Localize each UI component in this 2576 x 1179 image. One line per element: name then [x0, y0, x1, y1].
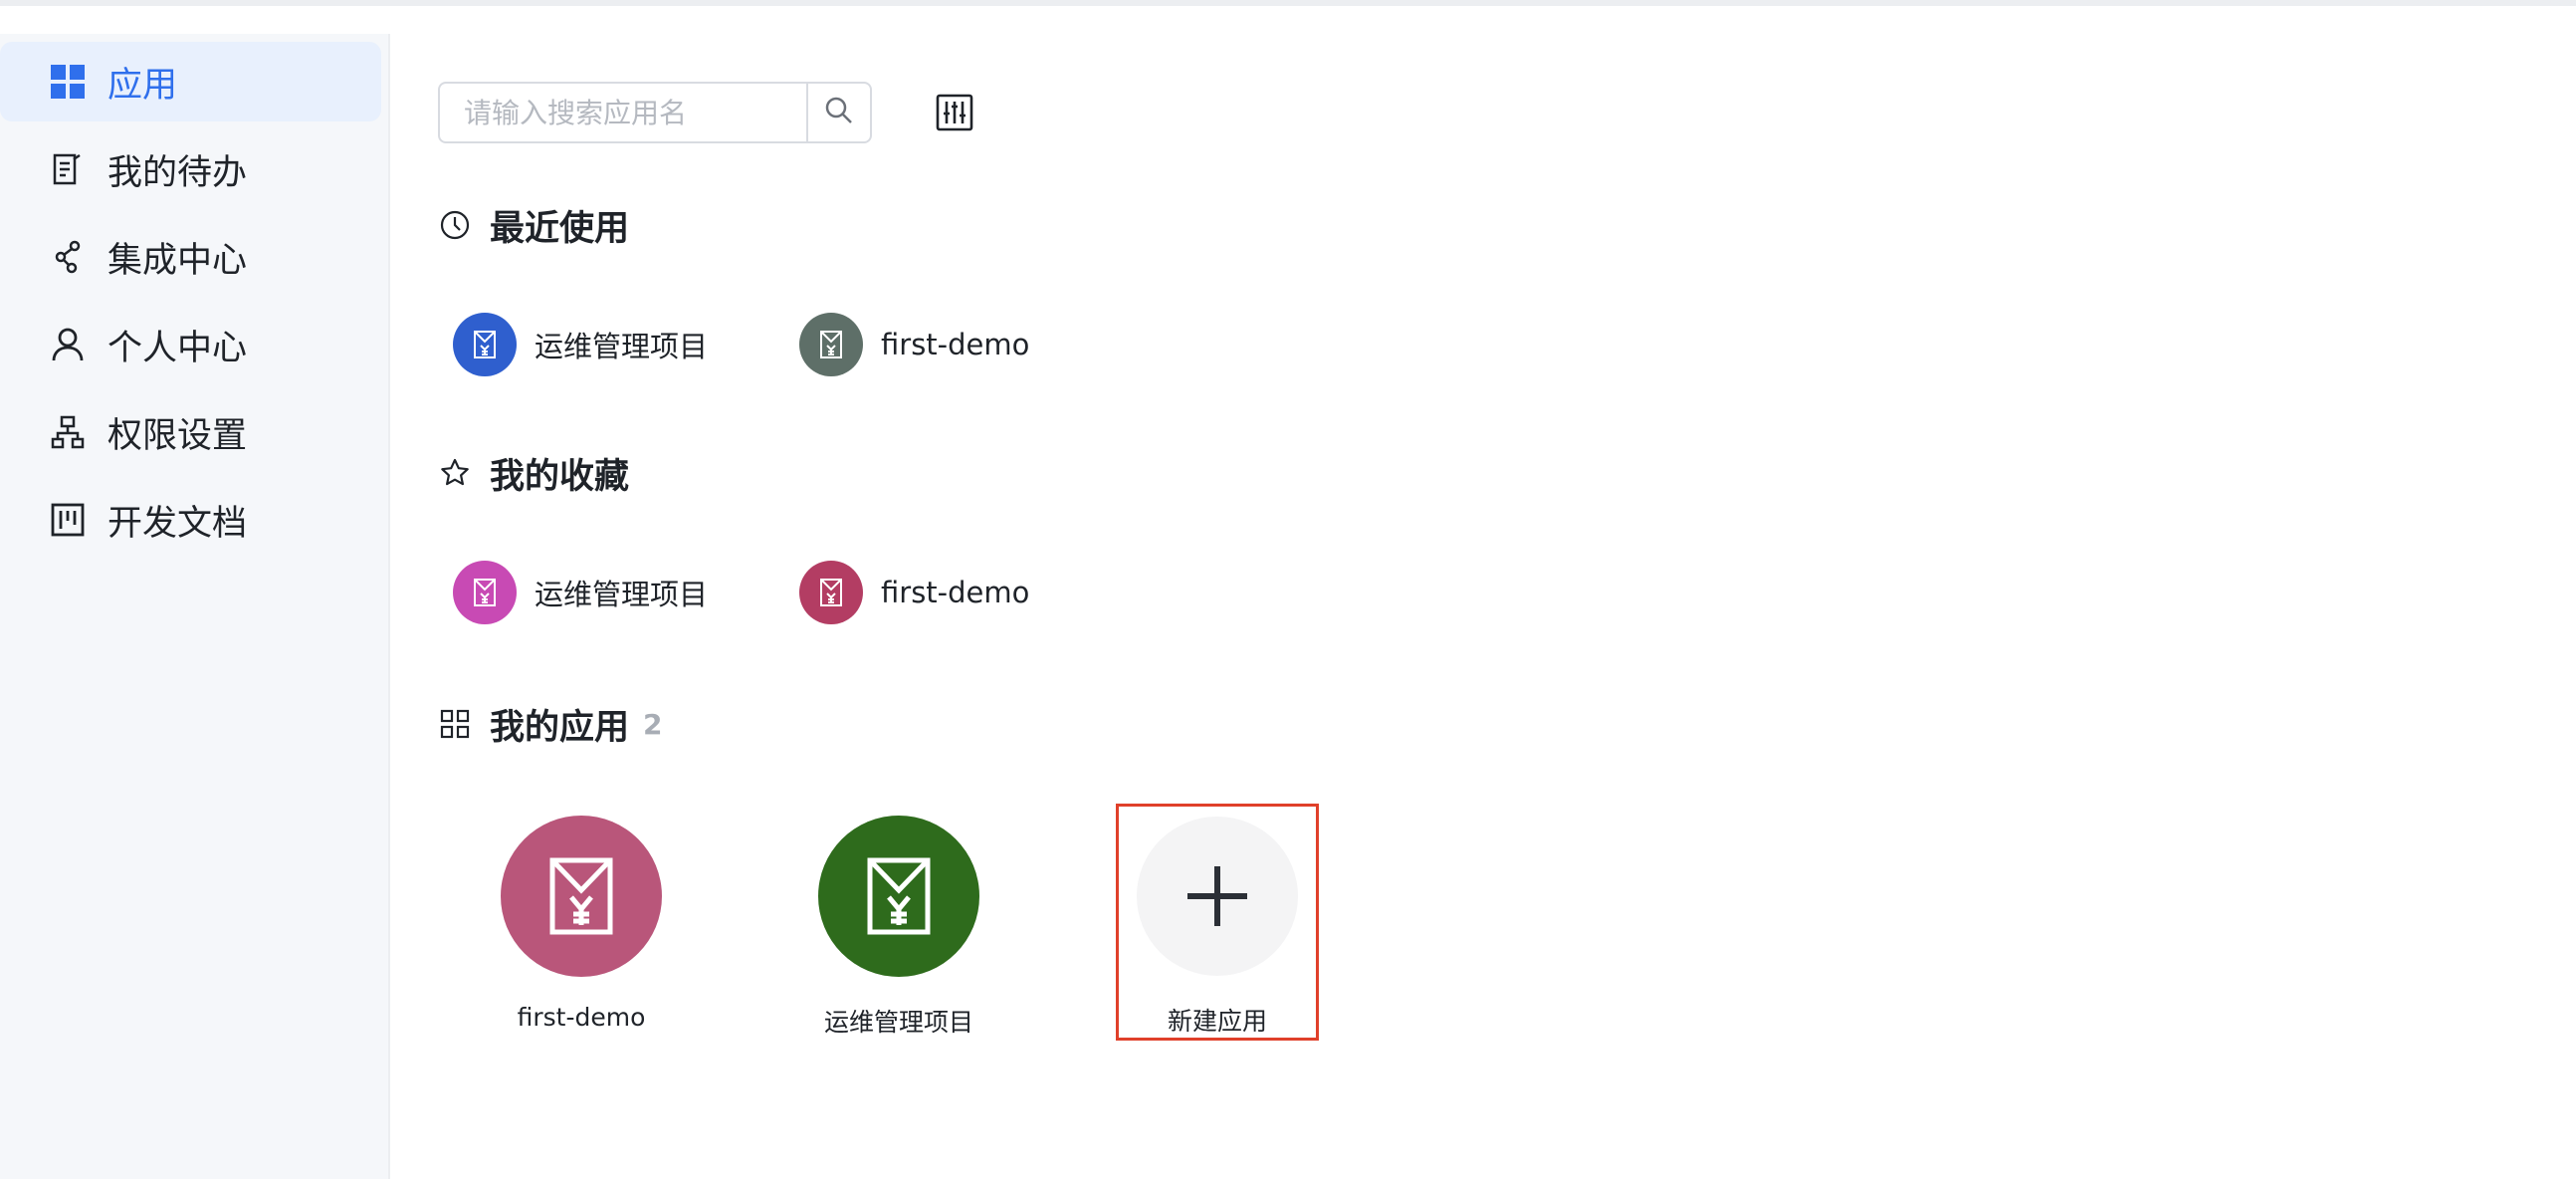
recent-app-item[interactable]: 运维管理项目 [453, 312, 708, 377]
clock-icon [438, 208, 472, 242]
app-count: 2 [643, 707, 663, 741]
my-app-card[interactable]: first-demo [482, 810, 681, 1039]
app-icon [799, 561, 863, 624]
app-name: first-demo [881, 576, 1030, 609]
sidebar-item-apps[interactable]: 应用 [0, 42, 381, 121]
kanban-doc-icon [48, 500, 88, 540]
todo-list-icon [48, 149, 88, 189]
section-title: 最近使用 [490, 208, 630, 249]
search-input[interactable] [440, 84, 806, 141]
search-button[interactable] [806, 84, 870, 141]
plus-icon [1137, 817, 1298, 976]
sidebar-item-todo[interactable]: 我的待办 [0, 129, 381, 209]
section-title: 我的应用 [490, 707, 630, 748]
sidebar-item-label: 应用 [107, 65, 178, 106]
sidebar-item-label: 我的待办 [107, 152, 248, 193]
new-app-label: 新建应用 [1167, 1007, 1267, 1036]
app-icon [501, 816, 662, 977]
sidebar-item-profile[interactable]: 个人中心 [0, 305, 381, 384]
search-icon [823, 95, 855, 130]
my-app-card[interactable]: 运维管理项目 [799, 810, 998, 1039]
favorite-app-item[interactable]: 运维管理项目 [453, 560, 708, 625]
sidebar-item-label: 集成中心 [107, 240, 248, 281]
app-name: 运维管理项目 [535, 578, 709, 611]
my-apps-section-header: 我的应用 2 [438, 699, 663, 749]
recent-app-item[interactable]: first-demo [799, 312, 1029, 377]
new-app-button[interactable]: 新建应用 [1116, 804, 1319, 1041]
favorite-app-item[interactable]: first-demo [799, 560, 1029, 625]
sidebar-item-label: 权限设置 [107, 415, 248, 456]
sidebar: 应用 我的待办 集成中心 个人中心 权限设置 开发文档 [0, 34, 390, 1179]
app-icon [818, 816, 979, 977]
favorites-section-header: 我的收藏 [438, 448, 629, 498]
integration-icon [48, 237, 88, 277]
user-icon [48, 325, 88, 364]
recent-section-header: 最近使用 [438, 200, 629, 250]
app-name: first-demo [517, 1003, 646, 1032]
sidebar-item-integration[interactable]: 集成中心 [0, 217, 381, 297]
app-name: 运维管理项目 [823, 1008, 973, 1037]
apps-grid-icon [438, 707, 472, 741]
filter-settings-button[interactable] [934, 94, 975, 135]
app-icon [453, 313, 517, 376]
top-divider [0, 0, 2576, 6]
sidebar-item-docs[interactable]: 开发文档 [0, 480, 381, 560]
app-name: 运维管理项目 [535, 330, 709, 363]
sliders-icon [936, 94, 973, 135]
app-icon [799, 313, 863, 376]
search-box [438, 82, 872, 143]
sidebar-item-label: 个人中心 [107, 328, 248, 368]
section-title: 我的收藏 [490, 456, 630, 497]
app-icon [453, 561, 517, 624]
star-icon [438, 456, 472, 490]
app-name: first-demo [881, 328, 1030, 361]
sidebar-item-label: 开发文档 [107, 503, 248, 544]
org-chart-icon [48, 412, 88, 452]
sidebar-item-permissions[interactable]: 权限设置 [0, 392, 381, 472]
grid-apps-icon [48, 62, 88, 102]
